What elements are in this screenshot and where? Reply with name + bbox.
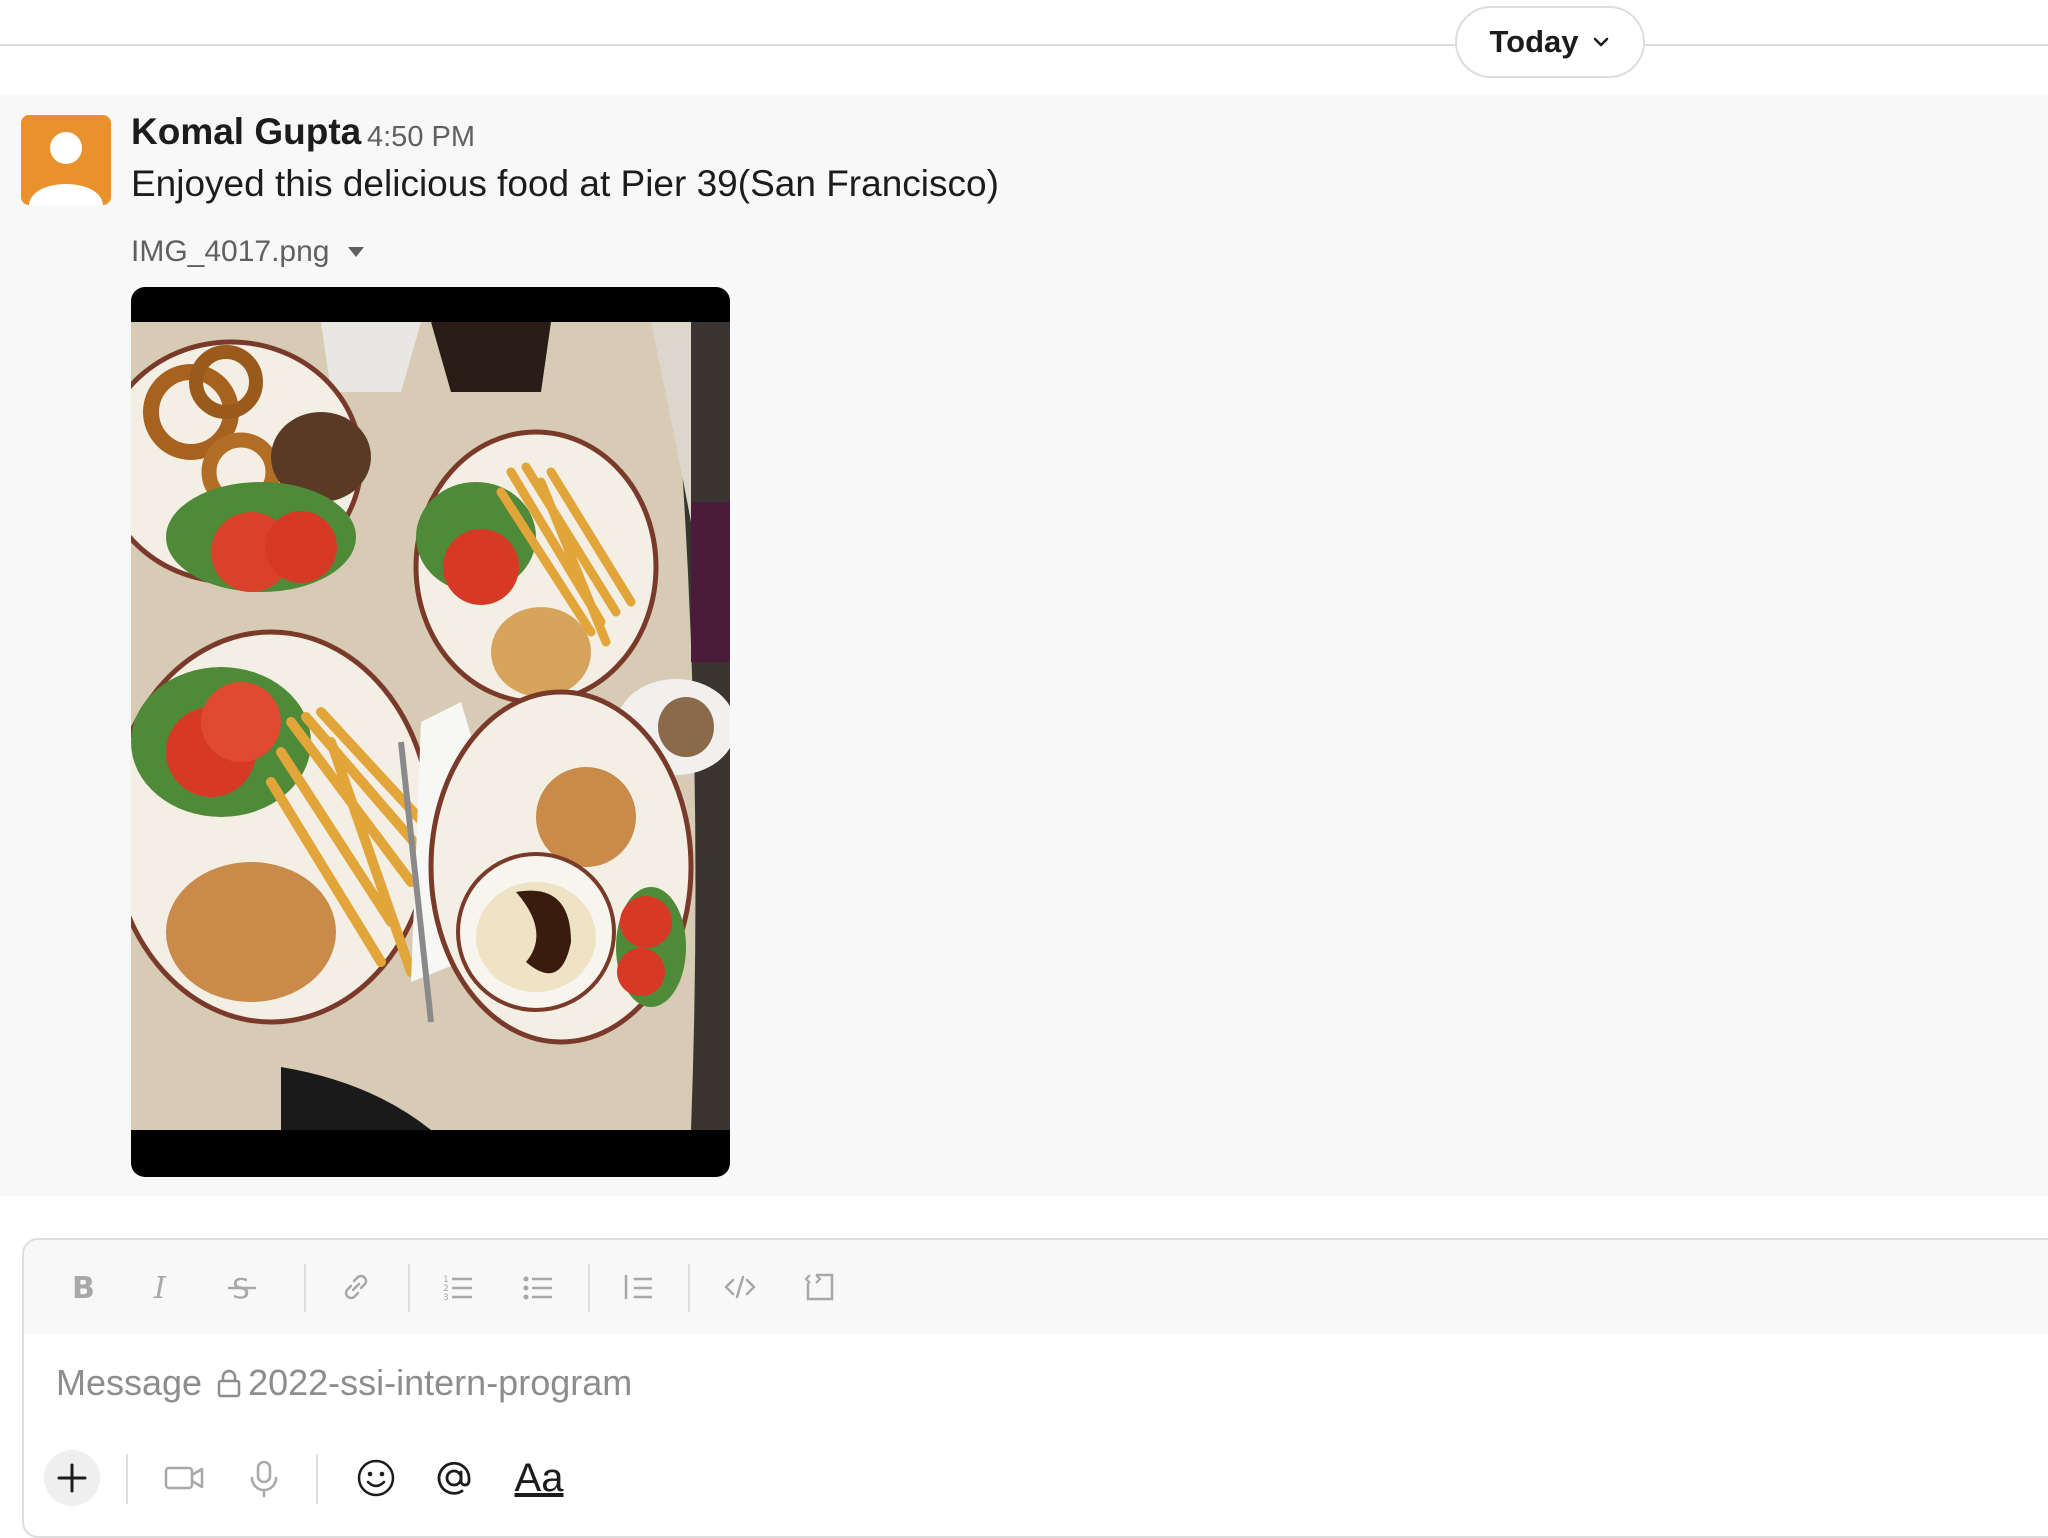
image-attachment[interactable] [131, 287, 730, 1177]
sender-name[interactable]: Komal Gupta [131, 111, 361, 153]
attachment-header[interactable]: IMG_4017.png [131, 235, 365, 269]
ordered-list-icon[interactable]: 123 [436, 1265, 480, 1309]
chevron-down-icon [1593, 37, 1608, 47]
lock-icon [217, 1369, 241, 1398]
toolbar-separator [408, 1264, 410, 1312]
italic-icon[interactable]: I [140, 1265, 184, 1309]
user-silhouette-icon [29, 132, 103, 205]
mention-icon[interactable] [426, 1450, 482, 1506]
link-icon[interactable] [334, 1265, 378, 1309]
channel-name: 2022-ssi-intern-program [248, 1362, 633, 1403]
toolbar-separator [688, 1264, 690, 1312]
blockquote-icon[interactable] [616, 1265, 660, 1309]
date-divider-line [0, 44, 2048, 46]
code-icon[interactable] [718, 1265, 762, 1309]
message-placeholder: Message [56, 1362, 203, 1403]
date-jump-button[interactable]: Today [1455, 6, 1645, 78]
formatting-toolbar: B I S 123 [24, 1240, 2048, 1334]
date-label: Today [1489, 24, 1579, 59]
microphone-icon[interactable] [236, 1450, 292, 1506]
composer-separator [126, 1454, 128, 1504]
emoji-icon[interactable] [348, 1450, 404, 1506]
caret-down-icon [348, 247, 365, 257]
video-icon[interactable] [156, 1450, 212, 1506]
strikethrough-icon[interactable]: S [220, 1265, 264, 1309]
avatar[interactable] [21, 115, 111, 205]
plus-icon[interactable] [44, 1450, 100, 1506]
toolbar-separator [304, 1264, 306, 1312]
message-item[interactable]: Komal Gupta 4:50 PM Enjoyed this delicio… [0, 95, 2048, 1196]
attachment-filename: IMG_4017.png [131, 235, 330, 268]
food-photo [131, 322, 730, 1130]
svg-text:I: I [153, 1271, 167, 1305]
message-input[interactable]: Message 2022-ssi-intern-program [56, 1362, 632, 1404]
svg-text:B: B [72, 1271, 95, 1305]
toolbar-separator [588, 1264, 590, 1312]
message-text: Enjoyed this delicious food at Pier 39(S… [131, 163, 999, 204]
bold-icon[interactable]: B [60, 1265, 104, 1309]
message-timestamp[interactable]: 4:50 PM [367, 121, 475, 154]
code-block-icon[interactable] [798, 1265, 842, 1309]
message-composer[interactable]: B I S 123 Message 2022-ssi-intern-progra… [22, 1238, 2048, 1538]
svg-text:3: 3 [443, 1293, 449, 1303]
composer-separator [316, 1454, 318, 1504]
text-format-label: Aa [514, 1455, 564, 1500]
bulleted-list-icon[interactable] [516, 1265, 560, 1309]
text-format-button[interactable]: Aa [504, 1450, 574, 1506]
